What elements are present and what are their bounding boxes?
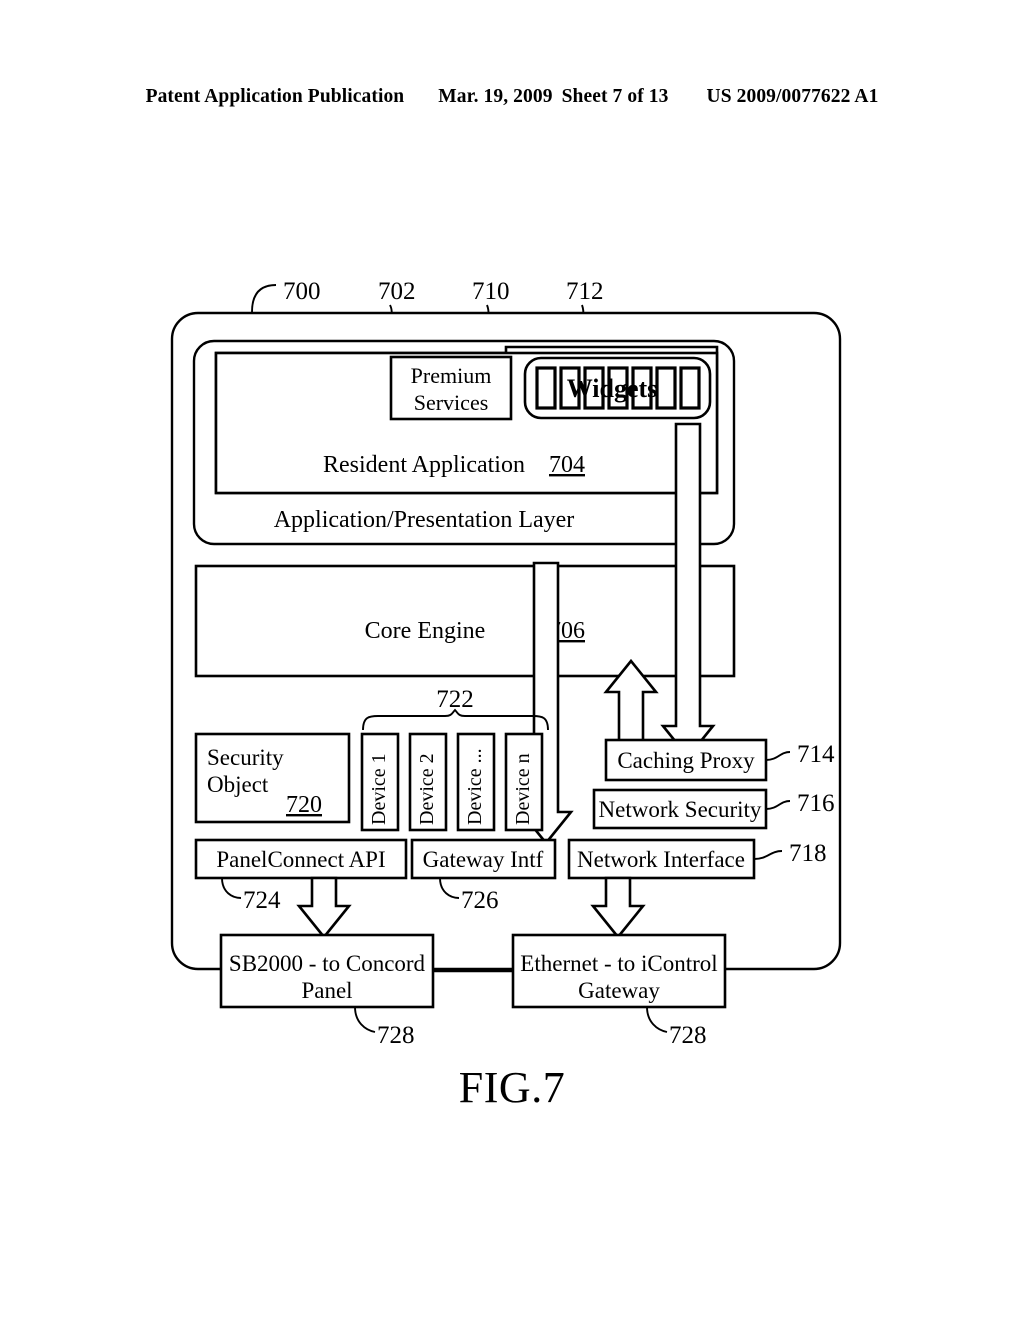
refnum-704: 704	[549, 452, 585, 478]
security-object-label-line1: Security	[207, 745, 284, 770]
refnum-702: 702	[378, 278, 416, 305]
widget-cell-1	[535, 366, 557, 410]
panelconnect-api-label: PanelConnect API	[216, 847, 385, 872]
widget-cell-7	[679, 366, 701, 410]
refnum-720: 720	[286, 792, 322, 818]
network-interface-label: Network Interface	[577, 847, 745, 872]
application-presentation-layer-label: Application/Presentation Layer	[274, 507, 575, 533]
sb2000-panel-label-line1: SB2000 - to Concord	[229, 951, 426, 976]
security-object-label-line2: Object	[207, 772, 269, 797]
refnum-726: 726	[461, 887, 499, 914]
device-label-4: Device n	[512, 753, 534, 825]
network-security-label: Network Security	[599, 797, 762, 822]
premium-services-label-line1: Premium	[411, 363, 492, 388]
sb2000-panel-label-line2: Panel	[301, 978, 352, 1003]
gateway-intf-label: Gateway Intf	[423, 847, 544, 872]
leader-700	[251, 284, 277, 313]
refnum-712: 712	[566, 278, 604, 305]
device-label-3: Device ...	[464, 748, 486, 825]
resident-application-label: Resident Application	[323, 452, 525, 478]
widgets-label: Widgets	[567, 374, 658, 403]
figure-diagram: 700 702 710 712 Premium Services Widgets…	[170, 278, 842, 1049]
widget-cell-6	[655, 366, 677, 410]
figure-caption: FIG.7	[458, 1063, 566, 1112]
figure-7: 700 702 710 712 Premium Services Widgets…	[0, 0, 1024, 1320]
refnum-728-right: 728	[669, 1022, 707, 1049]
refnum-710: 710	[472, 278, 510, 305]
refnum-718: 718	[789, 840, 827, 867]
ethernet-gateway-label-line1: Ethernet - to iControl	[520, 951, 717, 976]
device-label-2: Device 2	[416, 753, 438, 825]
premium-services-label-line2: Services	[414, 390, 489, 415]
device-label-1: Device 1	[368, 753, 390, 825]
core-engine-label: Core Engine	[365, 618, 486, 644]
caching-proxy-label: Caching Proxy	[617, 748, 755, 773]
ethernet-gateway-label-line2: Gateway	[578, 978, 660, 1003]
refnum-716: 716	[797, 790, 835, 817]
refnum-724: 724	[243, 887, 281, 914]
refnum-714: 714	[797, 741, 835, 768]
refnum-700: 700	[283, 278, 321, 305]
refnum-728-left: 728	[377, 1022, 415, 1049]
